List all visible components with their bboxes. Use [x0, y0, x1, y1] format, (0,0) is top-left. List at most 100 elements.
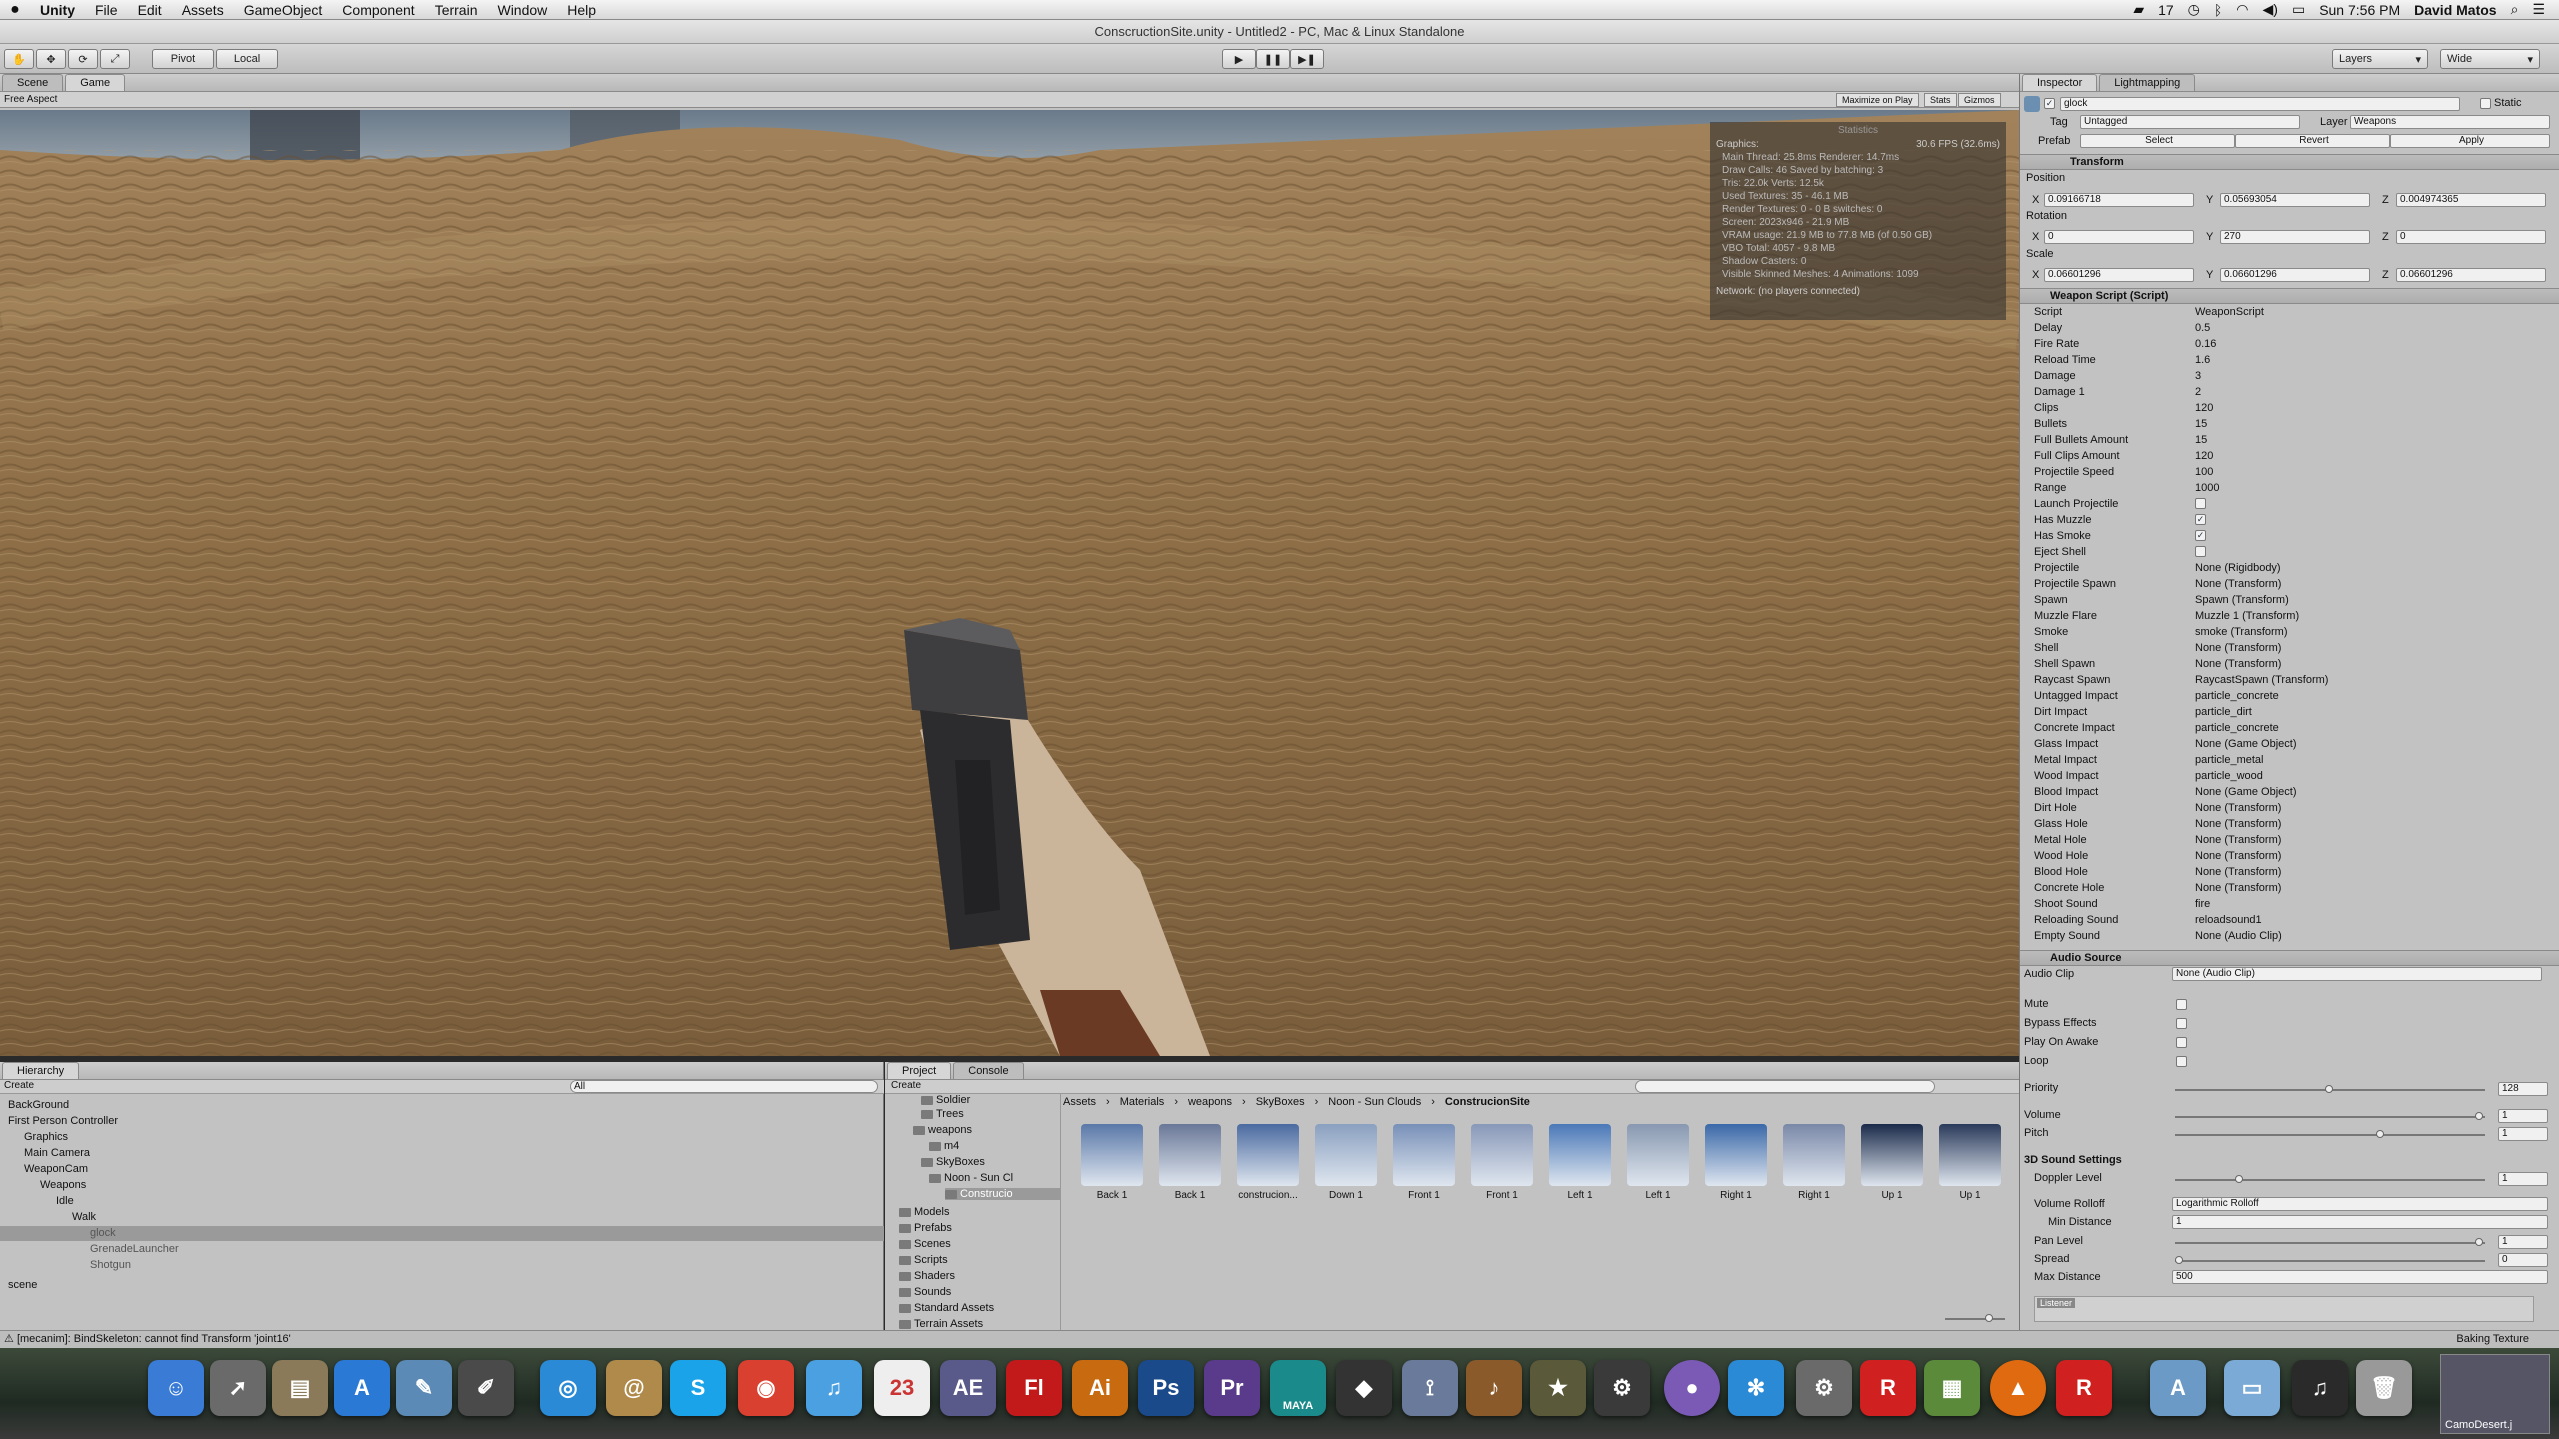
priority-field[interactable]: 128	[2498, 1082, 2548, 1096]
unity-icon[interactable]: ◆	[1336, 1360, 1392, 1416]
asset-thumbnail[interactable]	[1393, 1124, 1455, 1186]
play-on-awake-checkbox[interactable]	[2176, 1037, 2187, 1048]
position-x-field[interactable]: 0.09166718	[2044, 193, 2194, 207]
layer-dropdown[interactable]: Weapons	[2350, 115, 2550, 129]
weapon-field-value[interactable]: None (Transform)	[2195, 816, 2281, 832]
tag-dropdown[interactable]: Untagged	[2080, 115, 2300, 129]
weapon-field-value[interactable]: fire	[2195, 896, 2210, 912]
menu-user[interactable]: David Matos	[2414, 2, 2496, 18]
tab-scene[interactable]: Scene	[2, 74, 64, 91]
breadcrumb-item[interactable]: ConstrucionSite	[1445, 1096, 1530, 1108]
scale-tool-icon[interactable]: ⤢	[100, 49, 130, 69]
layers-dropdown[interactable]: Layers ▾	[2332, 49, 2428, 69]
weapon-field-value[interactable]: 120	[2195, 448, 2213, 464]
pause-button[interactable]: ❚❚	[1256, 49, 1290, 69]
asset-thumbnail[interactable]	[1939, 1124, 2001, 1186]
volume-field[interactable]: 1	[2498, 1109, 2548, 1123]
folder-item[interactable]: Noon - Sun Cl	[929, 1172, 1013, 1184]
after-effects-icon[interactable]: AE	[940, 1360, 996, 1416]
spread-field[interactable]: 0	[2498, 1253, 2548, 1267]
menu-clock[interactable]: Sun 7:56 PM	[2319, 2, 2400, 18]
weapon-field-value[interactable]: None (Transform)	[2195, 832, 2281, 848]
skype-icon[interactable]: S	[670, 1360, 726, 1416]
3d-settings-foldout[interactable]: 3D Sound Settings	[2024, 1154, 2122, 1166]
applications-folder-icon[interactable]: A	[2150, 1360, 2206, 1416]
hierarchy-item[interactable]: scene	[8, 1278, 37, 1293]
prefab-select-button[interactable]: Select	[2080, 134, 2235, 148]
prefab-apply-button[interactable]: Apply	[2390, 134, 2550, 148]
hierarchy-item[interactable]: Walk	[72, 1210, 96, 1225]
hierarchy-item[interactable]: Graphics	[24, 1130, 68, 1145]
weapon-field-value[interactable]: 100	[2195, 464, 2213, 480]
mute-checkbox[interactable]	[2176, 999, 2187, 1010]
scale-y-field[interactable]: 0.06601296	[2220, 268, 2370, 282]
sphere-app-icon[interactable]: ●	[1664, 1360, 1720, 1416]
project-search-input[interactable]	[1635, 1080, 1935, 1093]
rotation-x-field[interactable]: 0	[2044, 230, 2194, 244]
snowflake-app-icon[interactable]: ✻	[1728, 1360, 1784, 1416]
flash-icon[interactable]: Fl	[1006, 1360, 1062, 1416]
spotlight-icon[interactable]: ⌕	[2511, 1, 2519, 18]
menu-help[interactable]: Help	[557, 2, 606, 18]
breadcrumb-item[interactable]: Noon - Sun Clouds	[1328, 1096, 1421, 1108]
pan-level-slider[interactable]	[2175, 1238, 2485, 1246]
stats-button[interactable]: Stats	[1924, 93, 1957, 107]
steam-icon[interactable]: ⚙	[1594, 1360, 1650, 1416]
weapon-field-checkbox[interactable]: ✓	[2195, 514, 2206, 525]
menu-edit[interactable]: Edit	[128, 2, 172, 18]
battery-icon[interactable]: ▭	[2292, 1, 2305, 18]
volume-icon[interactable]: ◀)	[2263, 1, 2278, 18]
spread-knob[interactable]	[2175, 1256, 2183, 1264]
console-message[interactable]: [mecanim]: BindSkeleton: cannot find Tra…	[17, 1333, 291, 1345]
wifi-icon[interactable]: ◠	[2236, 1, 2248, 18]
priority-knob[interactable]	[2325, 1085, 2333, 1093]
bypass-effects-checkbox[interactable]	[2176, 1018, 2187, 1029]
rotate-tool-icon[interactable]: ⟳	[68, 49, 98, 69]
folder-item[interactable]: Shaders	[899, 1270, 955, 1282]
tab-game[interactable]: Game	[65, 74, 126, 91]
weapon-field-value[interactable]: None (Game Object)	[2195, 784, 2296, 800]
folder-item[interactable]: Models	[899, 1206, 949, 1218]
pitch-slider[interactable]	[2175, 1130, 2485, 1138]
transform-header[interactable]: Transform	[2020, 154, 2559, 170]
audio-clip-field[interactable]: None (Audio Clip)	[2172, 967, 2542, 981]
folder-item[interactable]: Soldier	[921, 1094, 970, 1106]
weapon-field-value[interactable]: 2	[2195, 384, 2201, 400]
system-preferences-icon[interactable]: ⚙	[1796, 1360, 1852, 1416]
weapon-field-value[interactable]: particle_wood	[2195, 768, 2263, 784]
hierarchy-item[interactable]: First Person Controller	[8, 1114, 118, 1129]
breadcrumb-item[interactable]: Assets	[1063, 1096, 1096, 1108]
prefab-revert-button[interactable]: Revert	[2235, 134, 2390, 148]
hierarchy-item[interactable]: BackGround	[8, 1098, 69, 1113]
weapon-field-value[interactable]: 1000	[2195, 480, 2219, 496]
list-icon[interactable]: ☰	[2532, 1, 2545, 18]
folder-item[interactable]: Sounds	[899, 1286, 951, 1298]
weapon-field-value[interactable]: RaycastSpawn (Transform)	[2195, 672, 2328, 688]
weapon-field-value[interactable]: Muzzle 1 (Transform)	[2195, 608, 2299, 624]
weapon-field-checkbox[interactable]	[2195, 498, 2206, 509]
thumbnail-size-slider[interactable]	[1945, 1314, 2005, 1322]
finder-icon[interactable]: ☺	[148, 1360, 204, 1416]
weapon-field-value[interactable]: None (Transform)	[2195, 640, 2281, 656]
roblox-studio-icon[interactable]: R	[2056, 1360, 2112, 1416]
asset-thumbnail[interactable]	[1783, 1124, 1845, 1186]
hierarchy-item[interactable]: GrenadeLauncher	[90, 1242, 179, 1257]
weapon-field-value[interactable]: reloadsound1	[2195, 912, 2262, 928]
weapon-field-value[interactable]: None (Rigidbody)	[2195, 560, 2281, 576]
menu-component[interactable]: Component	[332, 2, 424, 18]
tab-lightmapping[interactable]: Lightmapping	[2099, 74, 2196, 91]
rotation-z-field[interactable]: 0	[2396, 230, 2546, 244]
thumbnail-size-knob[interactable]	[1985, 1314, 1993, 1322]
folder-item[interactable]: Standard Assets	[899, 1302, 994, 1314]
weapon-field-value[interactable]: 15	[2195, 416, 2207, 432]
trash-icon[interactable]: 🗑	[2356, 1360, 2412, 1416]
volume-rolloff-dropdown[interactable]: Logarithmic Rolloff	[2172, 1197, 2548, 1211]
static-checkbox[interactable]	[2480, 98, 2491, 109]
menu-window[interactable]: Window	[487, 2, 557, 18]
menu-assets[interactable]: Assets	[172, 2, 234, 18]
app-store-icon[interactable]: A	[334, 1360, 390, 1416]
weapon-field-value[interactable]: Spawn (Transform)	[2195, 592, 2289, 608]
weapon-field-checkbox[interactable]: ✓	[2195, 530, 2206, 541]
layout-dropdown[interactable]: Wide ▾	[2440, 49, 2540, 69]
move-tool-icon[interactable]: ✥	[36, 49, 66, 69]
